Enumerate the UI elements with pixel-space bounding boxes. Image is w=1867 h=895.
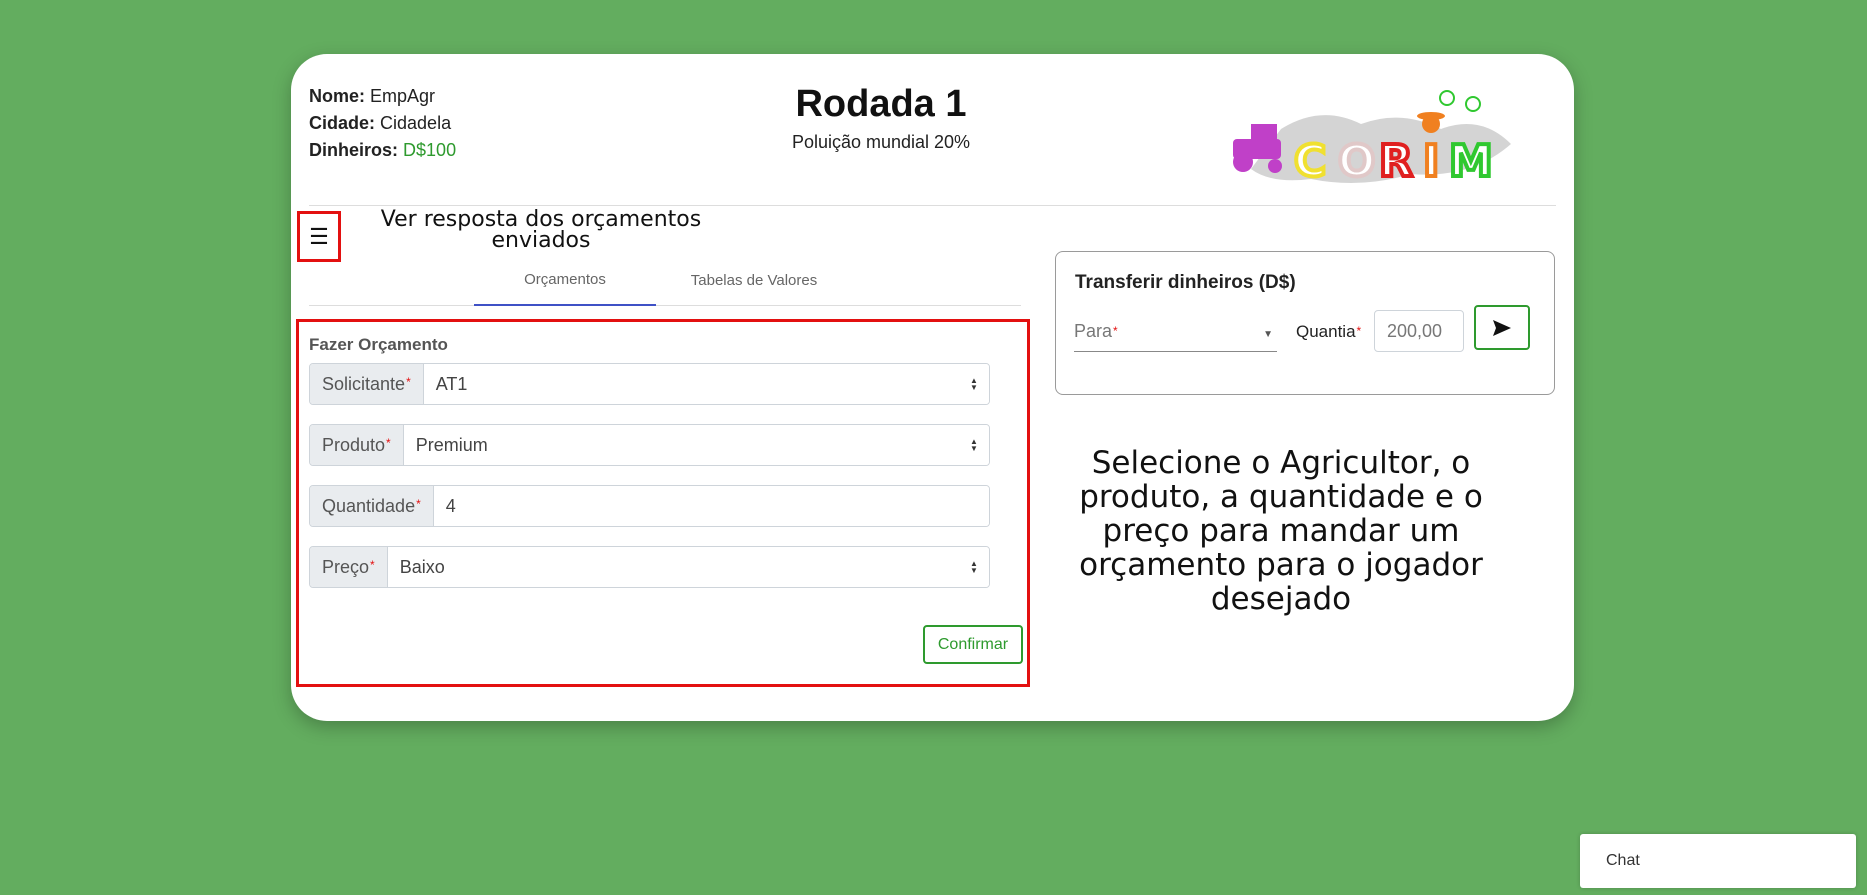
money-value: D$100 <box>403 140 457 160</box>
hint-line: Selecione o Agricultor, o <box>1091 445 1471 481</box>
tab-tabelas-de-valores[interactable]: Tabelas de Valores <box>669 254 839 306</box>
hint-order-instructions: Selecione o Agricultor, o produto, a qua… <box>1061 446 1501 616</box>
chat-widget[interactable]: Chat <box>1580 834 1856 888</box>
name-value: EmpAgr <box>370 86 436 106</box>
transfer-panel: Transferir dinheiros (D$) Para* ▼ Quanti… <box>1055 251 1555 395</box>
confirm-button[interactable]: Confirmar <box>923 625 1023 664</box>
money-label: Dinheiros: <box>309 140 399 160</box>
hint-responses: Ver resposta dos orçamentos enviados <box>351 207 731 253</box>
svg-text:I: I <box>1423 136 1439 187</box>
select-caret-icon[interactable]: ▲ ▼ <box>959 547 989 587</box>
player-name: Nome: EmpAgr <box>309 83 456 110</box>
send-button[interactable] <box>1474 305 1530 350</box>
preco-select[interactable]: Preço * Baixo ▲ ▼ <box>309 546 990 588</box>
quantia-text: Quantia <box>1296 322 1356 341</box>
hint-line: produto, a quantidade e o <box>1079 479 1483 515</box>
chat-label: Chat <box>1606 852 1640 869</box>
produto-select[interactable]: Produto * Premium ▲ ▼ <box>309 424 990 466</box>
field-label: Preço <box>322 556 370 577</box>
tab-bar: Orçamentos Tabelas de Valores <box>309 254 1021 306</box>
para-label: Para <box>1074 321 1113 341</box>
header-divider <box>309 205 1556 206</box>
produto-label: Produto * <box>310 425 404 465</box>
preco-value[interactable]: Baixo <box>387 547 959 587</box>
round-title: Rodada 1 <box>795 83 967 125</box>
tab-label: Orçamentos <box>524 270 606 288</box>
svg-text:M: M <box>1449 136 1493 187</box>
transfer-title: Transferir dinheiros (D$) <box>1075 272 1296 293</box>
hint-line: preço para mandar um <box>1102 513 1460 549</box>
field-label: Produto <box>322 434 386 455</box>
send-arrow-icon <box>1493 319 1511 336</box>
required-mark: * <box>416 497 421 511</box>
produto-value[interactable]: Premium <box>403 425 959 465</box>
select-caret-icon[interactable]: ▲ ▼ <box>959 364 989 404</box>
round-header: Rodada 1 Poluição mundial 20% <box>731 82 1031 153</box>
required-mark: * <box>406 375 411 389</box>
required-mark: * <box>1113 324 1118 338</box>
main-card: Nome: EmpAgr Cidade: Cidadela Dinheiros:… <box>291 54 1574 721</box>
svg-text:R: R <box>1379 136 1413 187</box>
select-caret-icon[interactable]: ▲ ▼ <box>959 425 989 465</box>
order-form: Fazer Orçamento Solicitante * AT1 ▲ ▼ Prod… <box>296 319 1030 687</box>
player-money: Dinheiros: D$100 <box>309 137 456 164</box>
tab-label: Tabelas de Valores <box>690 271 818 289</box>
tractor-farmer-logo-icon: C O R I M <box>1233 90 1511 189</box>
quantidade-label: Quantidade * <box>310 486 434 526</box>
solicitante-select[interactable]: Solicitante * AT1 ▲ ▼ <box>309 363 990 405</box>
city-value: Cidadela <box>380 113 452 133</box>
pollution-text: Poluição mundial 20% <box>791 132 971 152</box>
solicitante-label: Solicitante * <box>310 364 424 404</box>
player-info: Nome: EmpAgr Cidade: Cidadela Dinheiros:… <box>309 83 456 164</box>
svg-text:O: O <box>1338 136 1375 187</box>
tab-orcamentos[interactable]: Orçamentos <box>474 254 656 306</box>
required-mark: * <box>1356 324 1362 338</box>
name-label: Nome: <box>309 86 366 106</box>
field-label: Solicitante <box>322 373 406 394</box>
hint-line: desejado <box>1210 581 1352 617</box>
menu-glyph: ☰ <box>309 223 329 249</box>
para-placeholder: Para* <box>1074 321 1118 342</box>
player-city: Cidade: Cidadela <box>309 110 456 137</box>
hint-top-line-2: enviados <box>491 228 591 253</box>
corim-logo: C O R I M <box>1211 84 1511 194</box>
quantidade-input[interactable]: 4 <box>433 486 989 526</box>
quantia-input[interactable]: 200,00 <box>1374 310 1464 352</box>
required-mark: * <box>370 558 375 572</box>
chevron-down-icon[interactable]: ▼ <box>1263 329 1273 340</box>
para-select[interactable]: Para* ▼ <box>1074 312 1277 352</box>
hint-line: orçamento para o jogador <box>1079 547 1483 583</box>
preco-label: Preço * <box>310 547 388 587</box>
svg-text:C: C <box>1294 136 1326 187</box>
required-mark: * <box>386 436 391 450</box>
quantia-label: Quantia* <box>1296 322 1361 342</box>
field-label: Quantidade <box>322 495 416 516</box>
city-label: Cidade: <box>309 113 376 133</box>
order-form-title: Fazer Orçamento <box>309 335 448 354</box>
hint-top-line-1: Ver resposta dos orçamentos <box>380 207 702 232</box>
solicitante-value[interactable]: AT1 <box>423 364 959 404</box>
quantidade-field[interactable]: Quantidade * 4 <box>309 485 990 527</box>
